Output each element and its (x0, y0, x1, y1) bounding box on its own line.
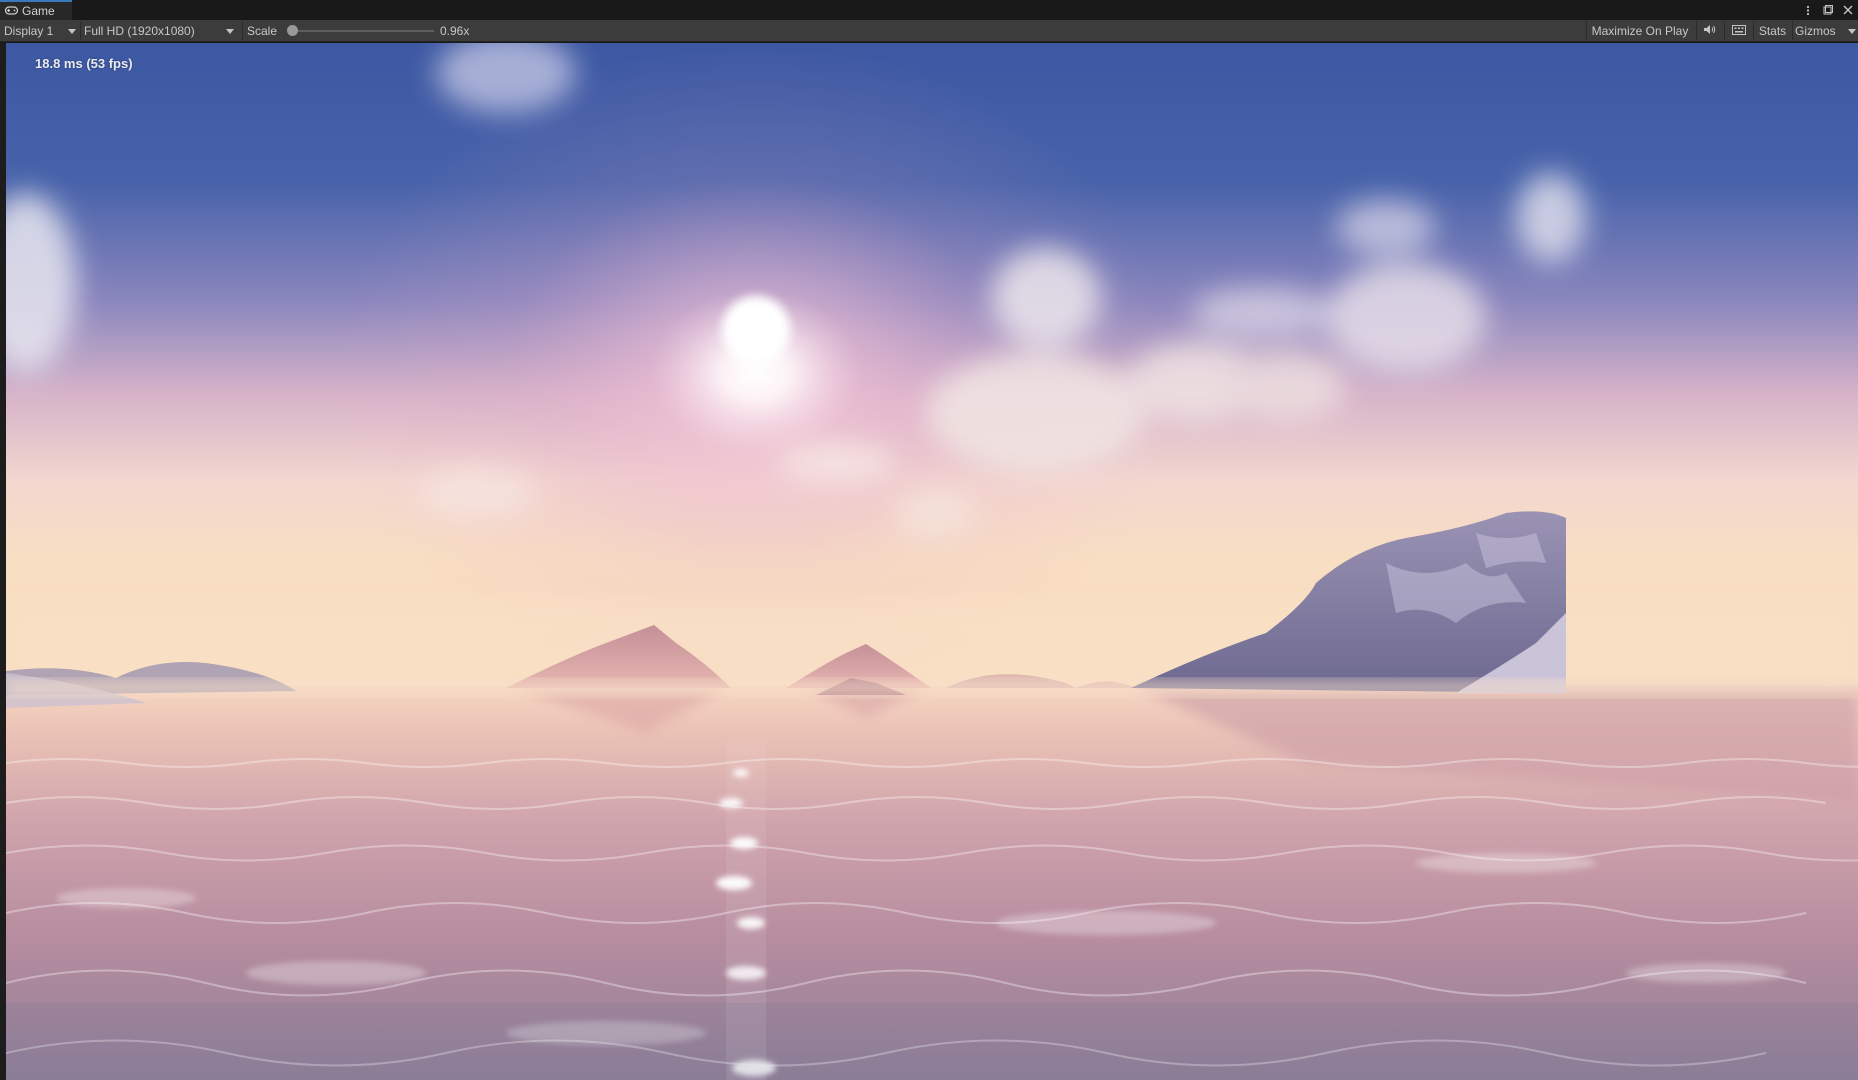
game-scene (6, 43, 1858, 1080)
display-label: Display 1 (4, 24, 54, 38)
gizmos-dropdown[interactable]: Gizmos (1792, 21, 1858, 41)
resolution-dropdown[interactable]: Full HD (1920x1080) (84, 20, 240, 42)
gamepad-icon (5, 6, 19, 16)
chevron-down-icon (1848, 29, 1856, 34)
keyboard-icon (1731, 24, 1746, 38)
more-options-icon[interactable] (1802, 4, 1814, 16)
mute-audio-button[interactable] (1696, 21, 1722, 41)
maximize-on-play-button[interactable]: Maximize On Play (1586, 21, 1693, 41)
fps-counter: 18.8 ms (53 fps) (35, 56, 133, 71)
close-icon[interactable] (1842, 4, 1854, 16)
game-viewport[interactable]: 18.8 ms (53 fps) (6, 43, 1858, 1080)
scale-slider-track[interactable] (288, 30, 434, 32)
chevron-down-icon (68, 29, 76, 34)
scale-slider-handle[interactable] (287, 25, 299, 36)
resolution-label: Full HD (1920x1080) (84, 24, 195, 38)
tab-game[interactable]: Game (0, 0, 72, 20)
scale-label: Scale (247, 24, 278, 38)
keyboard-shortcuts-button[interactable] (1724, 21, 1752, 41)
chevron-down-icon (226, 29, 234, 34)
stats-button[interactable]: Stats (1753, 21, 1791, 41)
gizmos-label: Gizmos (1795, 24, 1836, 38)
maximize-on-play-label: Maximize On Play (1591, 24, 1689, 38)
scale-value: 0.96x (440, 24, 470, 38)
maximize-window-icon[interactable] (1822, 4, 1834, 16)
tab-bar: Game (0, 0, 1858, 20)
stats-label: Stats (1758, 24, 1787, 38)
toolbar-divider (80, 22, 81, 40)
tab-game-label: Game (22, 4, 55, 18)
speaker-icon (1703, 24, 1716, 38)
display-dropdown[interactable]: Display 1 (4, 20, 78, 42)
game-toolbar: Display 1 Full HD (1920x1080) Scale 0.96… (0, 20, 1858, 42)
toolbar-divider (242, 22, 243, 40)
window-controls (1802, 0, 1854, 20)
